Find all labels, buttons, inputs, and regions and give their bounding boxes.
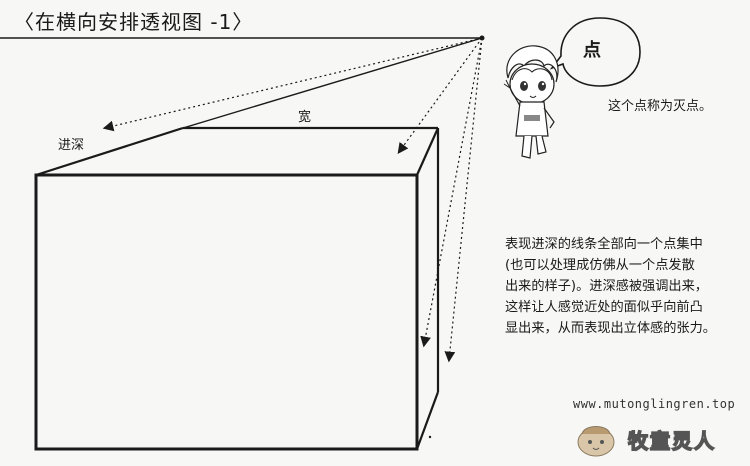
- guide-arrow-far: [444, 37, 483, 363]
- chibi-character-illustration: [503, 45, 559, 159]
- description-line: 显出来，从而表现出立体感的张力。: [505, 321, 716, 336]
- depth-label: 进深: [58, 138, 85, 153]
- speech-bubble-text: 点: [583, 40, 601, 61]
- box-top-right-edge: [415, 127, 440, 176]
- watermark-url: www.mutonglingren.top: [573, 397, 736, 411]
- description-line: 出来的样子)。进深感被强调出来，: [505, 279, 708, 294]
- watermark-brand: 牧童灵人: [627, 428, 716, 454]
- description-line: (也可以处理成仿佛从一个点发散: [505, 258, 695, 273]
- width-label: 宽: [298, 110, 312, 125]
- box-front-face: [34, 173, 419, 451]
- brand-logo-icon: [577, 426, 615, 457]
- guide-arrow-corner: [397, 37, 483, 154]
- description-line: 表现进深的线条全部向一个点集中: [505, 237, 703, 252]
- description-paragraph: 表现进深的线条全部向一个点集中 (也可以处理成仿佛从一个点发散 出来的样子)。进…: [505, 234, 745, 339]
- guide-arrow-side: [420, 37, 483, 348]
- guide-arrow-depth: [102, 37, 483, 132]
- box-side-bottom-edge: [415, 391, 440, 450]
- vanishing-point-caption: 这个点称为灭点。: [608, 99, 713, 114]
- ink-dot: [428, 435, 432, 439]
- convergence-line-top: [182, 37, 483, 129]
- description-line: 这样让人感觉近处的面似乎向前凸: [505, 300, 703, 315]
